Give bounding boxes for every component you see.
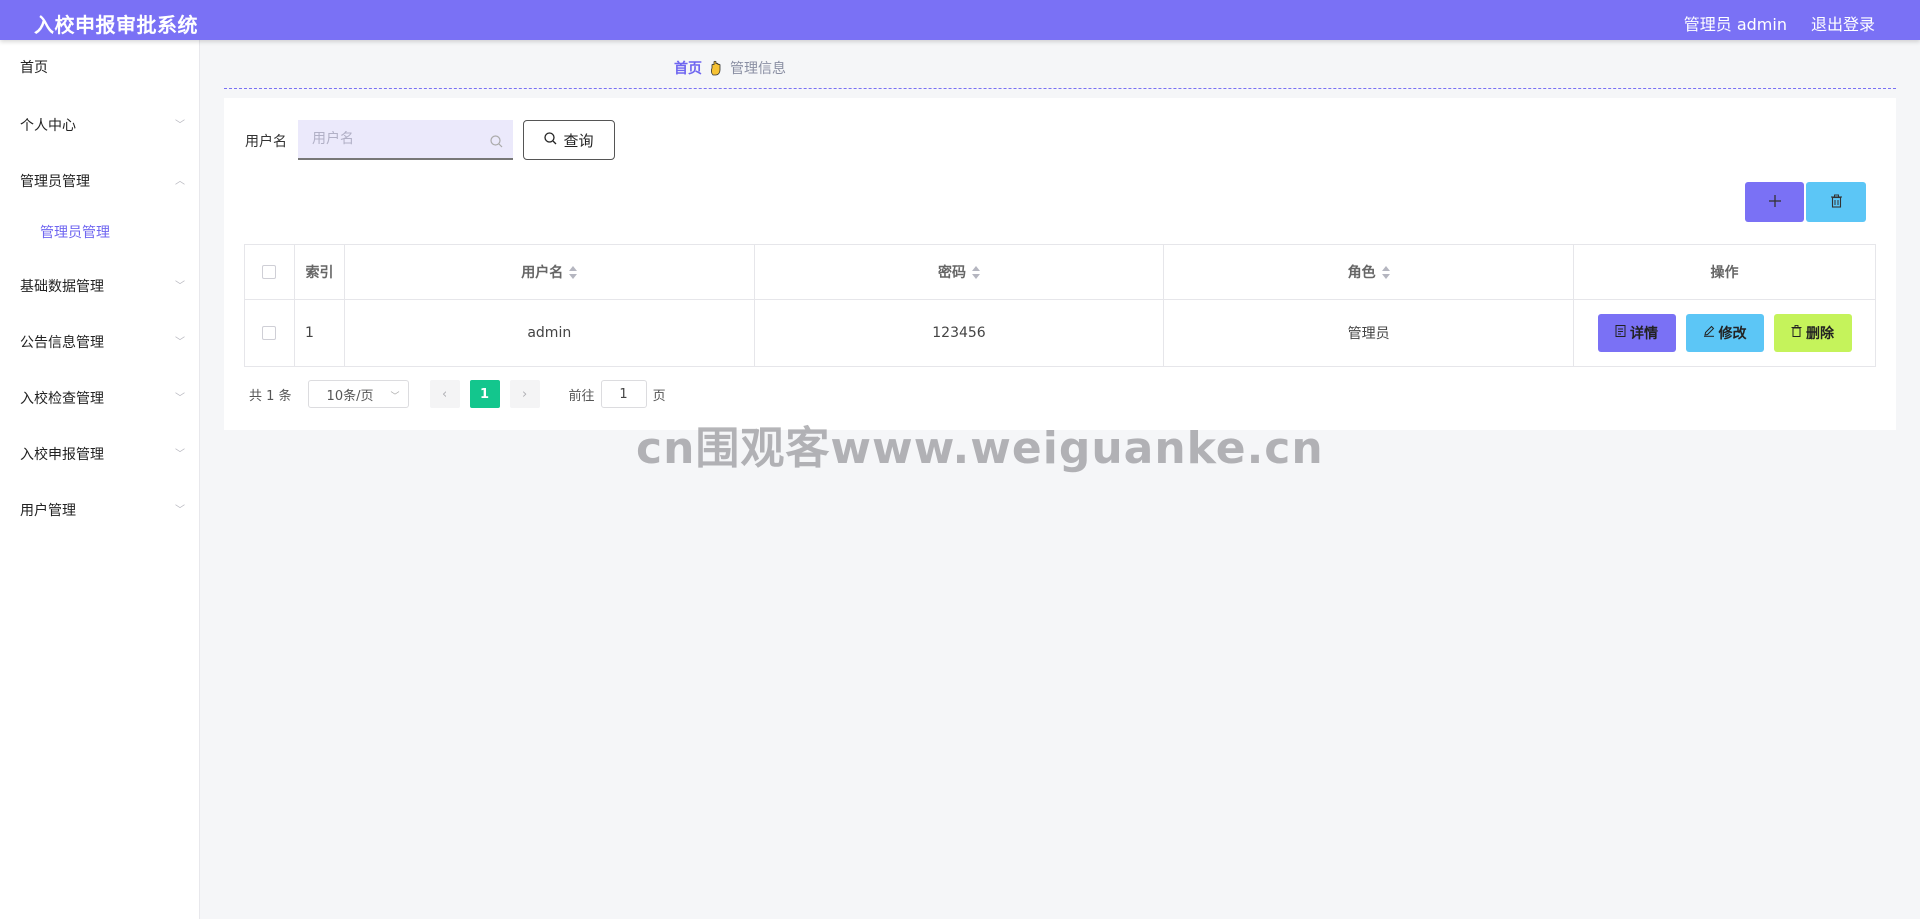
goto-suffix: 页 — [652, 388, 666, 404]
app-title: 入校申报审批系统 — [34, 13, 198, 37]
table-row: 1 admin 123456 管理员 详情 修改 删除 — [244, 299, 1876, 367]
batch-delete-button[interactable] — [1806, 182, 1866, 222]
total-count: 共 1 条 — [249, 388, 292, 404]
column-header-label: 角色 — [1347, 265, 1376, 281]
pencil-icon — [1703, 325, 1715, 341]
sidebar-item-label: 首页 — [20, 60, 48, 76]
sidebar: 首页 个人中心 ﹀ 管理员管理 ︿ 管理员管理 基础数据管理 ﹀ 公告信息管理 … — [0, 40, 200, 919]
sidebar-item-label: 基础数据管理 — [20, 279, 104, 295]
edit-button-label: 修改 — [1718, 326, 1747, 342]
column-header-actions: 操作 — [1573, 244, 1876, 300]
prev-page-button[interactable]: ‹ — [429, 380, 460, 408]
cell-role: 管理员 — [1163, 299, 1574, 367]
goto-page: 前往 页 — [569, 380, 666, 408]
sidebar-item-label: 个人中心 — [20, 118, 76, 134]
detail-button[interactable]: 详情 — [1597, 314, 1676, 352]
chevron-left-icon: ‹ — [441, 386, 448, 402]
query-button-label: 查询 — [563, 131, 594, 150]
sidebar-item-user-management[interactable]: 用户管理 ﹀ — [20, 499, 185, 523]
sidebar-item-label: 入校申报管理 — [20, 447, 104, 463]
chevron-down-icon: ﹀ — [175, 337, 185, 348]
delete-button-label: 删除 — [1806, 326, 1834, 342]
logout-link[interactable]: 退出登录 — [1811, 11, 1875, 35]
select-all-checkbox[interactable] — [262, 265, 277, 279]
chevron-down-icon: ﹀ — [175, 505, 185, 516]
chevron-down-icon: ﹀ — [175, 393, 185, 404]
row-checkbox[interactable] — [262, 326, 277, 340]
delete-button[interactable]: 删除 — [1773, 314, 1852, 352]
submenu-item-admin-management[interactable]: 管理员管理 — [40, 221, 110, 245]
sidebar-item-entry-declaration[interactable]: 入校申报管理 ﹀ — [20, 443, 185, 467]
column-header-label: 操作 — [1710, 265, 1739, 281]
sidebar-item-label: 用户管理 — [20, 503, 76, 519]
table-header-row: 索引 用户名 密码 角色 操作 — [244, 244, 1876, 300]
chevron-down-icon: ﹀ — [390, 392, 400, 402]
edit-button[interactable]: 修改 — [1685, 314, 1764, 352]
page-number-current[interactable]: 1 — [469, 380, 500, 408]
column-header-username[interactable]: 用户名 — [343, 244, 755, 300]
breadcrumb-home[interactable]: 首页 — [674, 58, 702, 78]
sidebar-item-label: 入校检查管理 — [20, 391, 104, 407]
chevron-right-icon: › — [521, 386, 528, 402]
column-header-label: 索引 — [305, 265, 334, 281]
search-label: 用户名 — [245, 134, 287, 150]
detail-button-label: 详情 — [1630, 326, 1658, 342]
sidebar-item-admin-management[interactable]: 管理员管理 ︿ — [20, 170, 185, 194]
sidebar-item-personal-center[interactable]: 个人中心 ﹀ — [20, 114, 185, 138]
sidebar-item-home[interactable]: 首页 — [20, 56, 185, 80]
column-header-index: 索引 — [293, 244, 345, 300]
next-page-button[interactable]: › — [509, 380, 540, 408]
header-user-area: 管理员 admin 退出登录 — [1684, 11, 1875, 35]
page-size-value: 10条/页 — [326, 388, 374, 404]
search-icon — [544, 131, 557, 149]
sidebar-item-label: 管理员管理 — [20, 174, 90, 190]
search-icon — [490, 133, 503, 152]
goto-page-input[interactable] — [600, 380, 647, 408]
column-header-label: 密码 — [937, 265, 966, 281]
breadcrumb-divider — [224, 88, 1896, 89]
sort-icon[interactable] — [569, 266, 578, 280]
document-icon — [1615, 325, 1626, 341]
chevron-down-icon: ﹀ — [175, 281, 185, 292]
add-button[interactable] — [1745, 182, 1804, 222]
cell-actions: 详情 修改 删除 — [1573, 299, 1876, 367]
sidebar-item-label: 公告信息管理 — [20, 335, 104, 351]
sort-icon[interactable] — [971, 266, 980, 280]
chevron-down-icon: ﹀ — [175, 449, 185, 460]
cell-username: admin — [343, 299, 755, 367]
admin-table: 索引 用户名 密码 角色 操作 1 admin 123456 管理员 详情 修改… — [244, 244, 1876, 367]
sidebar-item-announcements[interactable]: 公告信息管理 ﹀ — [20, 331, 185, 355]
plus-icon — [1768, 193, 1782, 212]
trash-icon — [1791, 325, 1802, 341]
sort-icon[interactable] — [1381, 266, 1390, 280]
search-field — [298, 120, 513, 160]
breadcrumb: 首页 管理信息 — [674, 58, 786, 78]
page-size-select[interactable]: 10条/页 ﹀ — [307, 380, 409, 408]
column-header-password[interactable]: 密码 — [753, 244, 1165, 300]
column-header-role[interactable]: 角色 — [1163, 244, 1574, 300]
cell-index: 1 — [293, 299, 345, 367]
cell-password: 123456 — [753, 299, 1165, 367]
row-select-cell — [244, 299, 295, 367]
sidebar-item-basic-data[interactable]: 基础数据管理 ﹀ — [20, 275, 185, 299]
watermark-text: cn围观客www.weiguanke.cn — [636, 423, 1324, 474]
top-header: 入校申报审批系统 管理员 admin 退出登录 — [0, 0, 1920, 40]
username-search-input[interactable] — [312, 131, 482, 147]
column-header-label: 用户名 — [521, 265, 564, 281]
query-button[interactable]: 查询 — [523, 120, 615, 160]
breadcrumb-current: 管理信息 — [730, 61, 786, 77]
sidebar-item-entry-check[interactable]: 入校检查管理 ﹀ — [20, 387, 185, 411]
current-user-label[interactable]: 管理员 admin — [1684, 11, 1787, 35]
chevron-up-icon: ︿ — [175, 176, 185, 187]
chevron-down-icon: ﹀ — [175, 120, 185, 131]
select-all-cell — [244, 244, 295, 300]
trash-icon — [1830, 193, 1843, 212]
hand-icon — [710, 60, 722, 76]
pagination: 共 1 条 10条/页 ﹀ ‹ 1 › 前往 页 — [249, 380, 666, 408]
goto-prefix: 前往 — [568, 388, 595, 404]
